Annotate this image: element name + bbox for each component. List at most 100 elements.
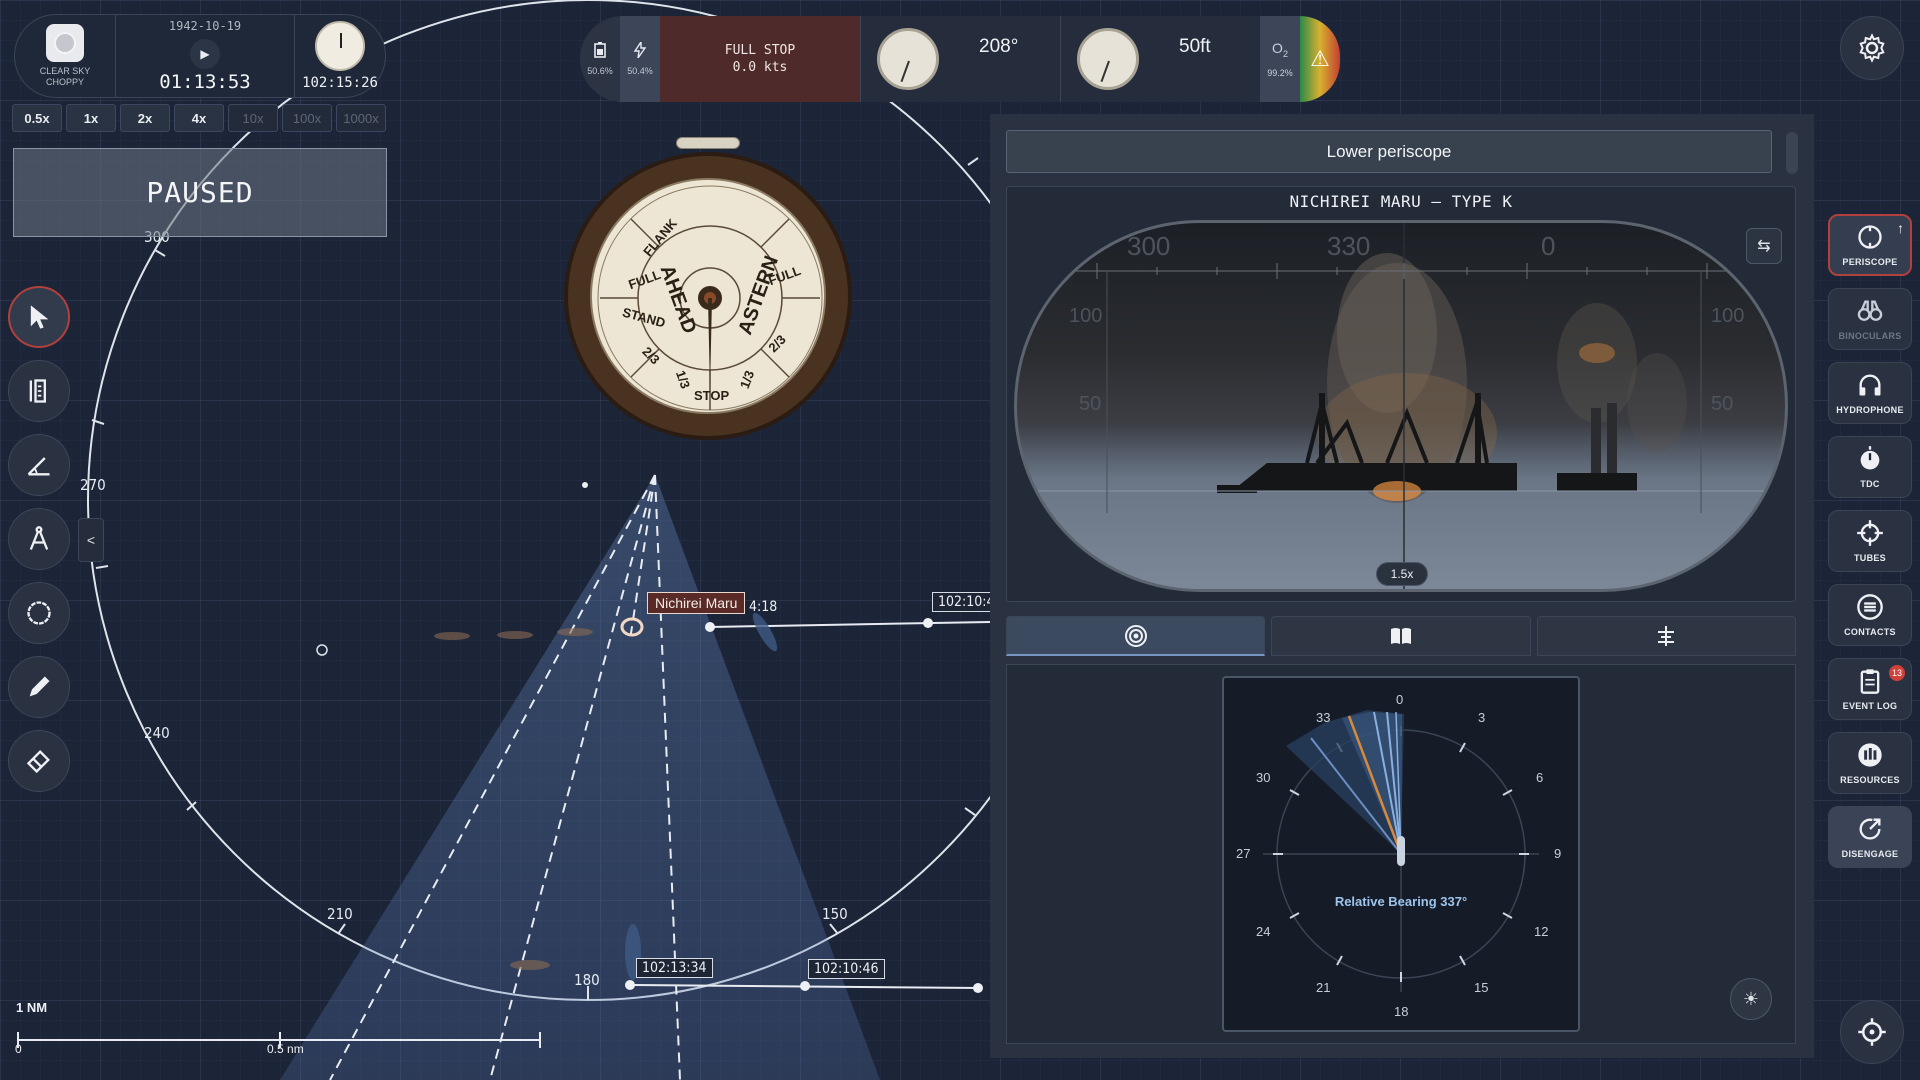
sidebar-disengage[interactable]: DISENGAGE — [1828, 806, 1912, 868]
periscope-view[interactable]: 300 330 0 100 50 100 50 — [1014, 220, 1788, 592]
waypoint-label[interactable]: 4:18 — [744, 598, 782, 616]
clear-sky-icon — [46, 24, 84, 62]
sidebar-contacts[interactable]: CONTACTS — [1828, 584, 1912, 646]
telegraph-face: FLANK FULL STAND 2/3 1/3 STOP 1/3 2/3 FU… — [590, 178, 826, 414]
sidebar-label: RESOURCES — [1840, 775, 1900, 785]
compass-tick: 12 — [1534, 924, 1549, 939]
ruler-tool-button[interactable] — [8, 360, 70, 422]
sidebar-resources[interactable]: RESOURCES — [1828, 732, 1912, 794]
depth-dial-icon — [1077, 28, 1139, 90]
heading-dial-icon — [877, 28, 939, 90]
depth-value: 50ft — [1179, 36, 1211, 57]
speed-10x: 10x — [228, 104, 278, 132]
compass-tick: 6 — [1536, 770, 1544, 785]
eraser-icon — [26, 750, 50, 774]
bearing-label: 180 — [574, 971, 600, 989]
lower-periscope-button[interactable]: Lower periscope — [1006, 130, 1772, 173]
game-clock: 01:13:53 — [159, 71, 251, 93]
compass-tick: 15 — [1474, 980, 1489, 995]
paused-banner: PAUSED — [13, 148, 387, 237]
scope-scale-left: 50 — [1079, 393, 1102, 415]
speed-4x[interactable]: 4x — [174, 104, 224, 132]
scale-half: 0.5 nm — [267, 1042, 304, 1056]
engine-telegraph[interactable]: FLANK FULL STAND 2/3 1/3 STOP 1/3 2/3 FU… — [564, 152, 852, 440]
book-icon — [1390, 628, 1411, 644]
scope-scale-right: 100 — [1711, 305, 1745, 327]
play-button[interactable]: ▶ — [190, 39, 220, 69]
sidebar-label: EVENT LOG — [1842, 701, 1898, 711]
warning-icon[interactable]: ⚠ — [1300, 16, 1340, 102]
compass-tick: 0 — [1396, 692, 1404, 707]
resources-icon — [1858, 743, 1882, 767]
speed-2x[interactable]: 2x — [120, 104, 170, 132]
sidebar-hydrophone[interactable]: HYDROPHONE — [1828, 362, 1912, 424]
sidebar-periscope[interactable]: ↑ PERISCOPE — [1828, 214, 1912, 276]
speed-value: 0.0 kts — [732, 60, 788, 75]
scope-scale-top: 0 — [1541, 231, 1556, 261]
compass-tick: 21 — [1316, 980, 1331, 995]
protractor-tool-button[interactable] — [8, 434, 70, 496]
tab-recognition-manual[interactable] — [1271, 616, 1531, 656]
lightning-icon — [633, 42, 647, 58]
scope-scale-top: 300 — [1127, 231, 1171, 261]
stadimeter-icon — [1658, 626, 1675, 646]
heading-gauge[interactable]: 208° — [860, 16, 1060, 102]
periscope-tabs — [1006, 616, 1796, 656]
sidebar-tdc[interactable]: TDC — [1828, 436, 1912, 498]
circle-tool-button[interactable] — [8, 582, 70, 644]
pencil-tool-button[interactable] — [8, 656, 70, 718]
headphones-icon — [1859, 374, 1881, 396]
drafting-compass-icon — [29, 526, 49, 550]
mission-time: 102:15:26 — [302, 75, 378, 91]
sidebar-label: TDC — [1860, 479, 1880, 489]
tab-stadimeter[interactable] — [1536, 616, 1796, 656]
oxygen-label: O — [1272, 39, 1283, 56]
eraser-tool-button[interactable] — [8, 730, 70, 792]
sidebar-event-log[interactable]: 13 EVENT LOG — [1828, 658, 1912, 720]
circle-icon — [27, 601, 51, 625]
arrow-up-icon: ↑ — [1897, 220, 1904, 236]
sidebar-label: CONTACTS — [1844, 627, 1896, 637]
compass-tick: 9 — [1554, 846, 1562, 861]
event-log-badge: 13 — [1889, 665, 1905, 681]
waypoint-label[interactable]: 102:13:34 — [636, 958, 713, 978]
speed-1x[interactable]: 1x — [66, 104, 116, 132]
panel-scrollbar[interactable] — [1786, 132, 1798, 174]
scale-zero: 0 — [15, 1042, 22, 1056]
depth-gauge[interactable]: 50ft — [1060, 16, 1260, 102]
chevron-left-icon: < — [86, 532, 96, 548]
power-indicator: 50.4% — [620, 16, 660, 102]
compass-tick: 24 — [1256, 924, 1271, 939]
target-title: NICHIREI MARU – TYPE K — [1289, 192, 1513, 211]
status-hud: 50.6% 50.4% FULL STOP 0.0 kts 208° 50ft … — [580, 16, 1340, 102]
swap-view-button[interactable]: ⇆ — [1746, 228, 1782, 264]
bearing-label: 150 — [822, 905, 848, 923]
disengage-icon — [1859, 818, 1881, 840]
telegraph-handle[interactable] — [676, 137, 740, 149]
oxygen-value: 99.2% — [1267, 68, 1293, 79]
sidebar-label: PERISCOPE — [1842, 257, 1898, 267]
gear-icon — [1859, 33, 1885, 63]
speed-0-5x[interactable]: 0.5x — [12, 104, 62, 132]
tab-target[interactable] — [1006, 616, 1266, 656]
vision-cone — [280, 475, 880, 1080]
collapse-toolbar-button[interactable]: < — [78, 518, 104, 562]
weather-indicator: CLEAR SKY CHOPPY — [15, 24, 115, 88]
sidebar-tubes[interactable]: TUBES — [1828, 510, 1912, 572]
scope-scale-top: 330 — [1327, 231, 1371, 261]
telegraph-label: STOP — [694, 388, 730, 403]
settings-button[interactable] — [1840, 16, 1904, 80]
ship-tag[interactable]: Nichirei Maru — [647, 592, 746, 614]
swap-icon: ⇆ — [1757, 238, 1771, 255]
oxygen-indicator: O2 99.2% — [1260, 16, 1300, 102]
crosshair-icon — [1858, 1018, 1886, 1046]
relative-bearing-compass[interactable]: 0 3 6 9 12 15 18 21 24 27 30 33 — [1222, 676, 1580, 1032]
select-tool-button[interactable] — [8, 286, 70, 348]
zoom-toggle[interactable]: 1.5x — [1376, 562, 1428, 586]
center-view-button[interactable] — [1840, 1000, 1904, 1064]
speed-1000x: 1000x — [336, 104, 386, 132]
compass-tool-button[interactable] — [8, 508, 70, 570]
clipboard-icon — [1860, 669, 1880, 694]
waypoint-label[interactable]: 102:10:46 — [808, 959, 885, 979]
night-light-button[interactable]: ☀ — [1730, 978, 1772, 1020]
